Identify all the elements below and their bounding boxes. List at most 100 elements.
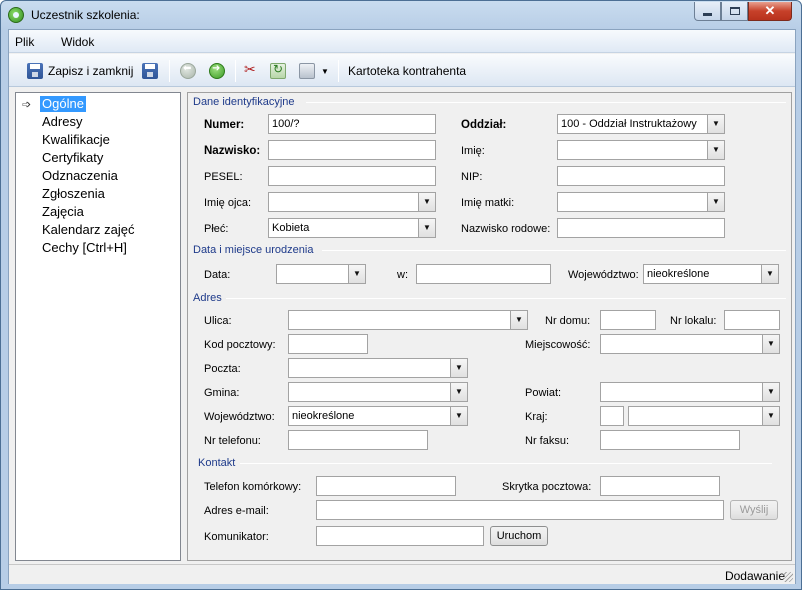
chevron-down-icon[interactable]: ▼ [450, 407, 467, 425]
refresh-button[interactable] [270, 61, 286, 81]
tree-item-certificates[interactable]: Certyfikaty [40, 150, 105, 166]
maiden-name-field[interactable] [557, 218, 725, 238]
chevron-down-icon[interactable]: ▼ [762, 335, 779, 353]
birth-province-value: nieokreślone [647, 268, 710, 280]
contractor-file-button[interactable]: Kartoteka kontrahenta [348, 61, 466, 81]
mother-name-label: Imię matki: [461, 197, 515, 209]
chevron-down-icon[interactable]: ▼ [707, 193, 724, 211]
nip-label: NIP: [461, 171, 483, 183]
birth-province-select[interactable]: nieokreślone ▼ [643, 264, 779, 284]
tools-button[interactable] [243, 61, 259, 81]
birth-date-label: Data: [204, 269, 231, 281]
birth-place-field[interactable] [416, 264, 551, 284]
send-email-button[interactable]: Wyślij [730, 500, 778, 520]
back-button[interactable] [180, 61, 196, 81]
po-box-label: Skrytka pocztowa: [502, 481, 592, 493]
save-close-button[interactable]: Zapisz i zamknij [27, 61, 133, 81]
surname-label: Nazwisko: [204, 145, 261, 157]
mobile-phone-field[interactable] [316, 476, 456, 496]
chevron-down-icon: ▼ [321, 66, 329, 76]
email-field[interactable] [316, 500, 724, 520]
minimize-icon [703, 12, 712, 16]
chevron-down-icon[interactable]: ▼ [707, 115, 724, 133]
first-name-select[interactable]: ▼ [557, 140, 725, 160]
commune-select[interactable]: ▼ [288, 382, 468, 402]
toolbar-separator [235, 60, 236, 82]
pesel-field[interactable] [268, 166, 436, 186]
po-box-field[interactable] [600, 476, 720, 496]
flat-number-field[interactable] [724, 310, 780, 330]
close-button[interactable]: ✕ [748, 2, 792, 21]
birth-date-picker[interactable]: ▼ [276, 264, 366, 284]
chevron-down-icon[interactable]: ▼ [762, 383, 779, 401]
branch-select[interactable]: 100 - Oddział Instruktażowy ▼ [557, 114, 725, 134]
toolbar-separator [338, 60, 339, 82]
tree-item-qualifications[interactable]: Kwalifikacje [40, 132, 112, 148]
fax-field[interactable] [600, 430, 740, 450]
app-icon [8, 7, 24, 23]
gender-select[interactable]: Kobieta ▼ [268, 218, 436, 238]
postal-code-field[interactable] [288, 334, 368, 354]
house-number-label: Nr domu: [545, 315, 591, 327]
chevron-down-icon[interactable]: ▼ [762, 407, 779, 425]
birth-province-label: Województwo: [568, 269, 639, 281]
title-bar[interactable]: Uczestnik szkolenia: ✕ [1, 1, 801, 29]
forward-button[interactable] [209, 61, 225, 81]
tree-item-addresses[interactable]: Adresy [40, 114, 84, 130]
flat-number-label: Nr lokalu: [670, 315, 717, 327]
street-select[interactable]: ▼ [288, 310, 528, 330]
launch-messenger-button[interactable]: Uruchom [490, 526, 548, 546]
chevron-down-icon[interactable]: ▼ [761, 265, 778, 283]
tree-item-general[interactable]: Ogólne [40, 96, 86, 112]
save-button[interactable] [142, 61, 158, 81]
chevron-down-icon[interactable]: ▼ [450, 359, 467, 377]
maximize-button[interactable] [721, 2, 748, 21]
chevron-down-icon[interactable]: ▼ [450, 383, 467, 401]
county-select[interactable]: ▼ [600, 382, 780, 402]
gender-value: Kobieta [272, 222, 310, 234]
number-field[interactable]: 100/? [268, 114, 436, 134]
number-label: Numer: [204, 119, 245, 131]
tree-item-awards[interactable]: Odznaczenia [40, 168, 120, 184]
chevron-down-icon[interactable]: ▼ [348, 265, 365, 283]
menu-file[interactable]: Plik [15, 35, 34, 49]
tree-item-applications[interactable]: Zgłoszenia [40, 186, 107, 202]
current-item-arrow-icon: ➩ [22, 99, 32, 111]
phone-field[interactable] [288, 430, 428, 450]
tree-item-schedule[interactable]: Kalendarz zajęć [40, 222, 137, 238]
messenger-label: Komunikator: [204, 531, 269, 543]
minimize-button[interactable] [694, 2, 721, 21]
surname-field[interactable] [268, 140, 436, 160]
resize-grip[interactable] [783, 572, 793, 582]
city-label: Miejscowość: [525, 339, 591, 351]
chevron-down-icon[interactable]: ▼ [418, 193, 435, 211]
toolbar: Zapisz i zamknij ▼ [9, 54, 795, 87]
chevron-down-icon[interactable]: ▼ [510, 311, 527, 329]
application-window: Uczestnik szkolenia: ✕ Plik Widok Zapisz… [0, 0, 802, 590]
contact-section-title: Kontakt [198, 457, 236, 469]
tree-item-features[interactable]: Cechy [Ctrl+H] [40, 240, 129, 256]
section-divider [226, 298, 786, 299]
father-name-select[interactable]: ▼ [268, 192, 436, 212]
chevron-down-icon[interactable]: ▼ [418, 219, 435, 237]
forward-arrow-icon [209, 63, 225, 79]
messenger-field[interactable] [316, 526, 484, 546]
status-bar: Dodawanie [9, 564, 795, 584]
print-button[interactable]: ▼ [299, 61, 329, 81]
chevron-down-icon[interactable]: ▼ [707, 141, 724, 159]
country-code-field[interactable] [600, 406, 624, 426]
country-select[interactable]: ▼ [628, 406, 780, 426]
commune-label: Gmina: [204, 387, 240, 399]
branch-value: 100 - Oddział Instruktażowy [561, 118, 697, 130]
house-number-field[interactable] [600, 310, 656, 330]
menu-view[interactable]: Widok [61, 35, 94, 49]
fax-label: Nr faksu: [525, 435, 570, 447]
tree-item-classes[interactable]: Zajęcia [40, 204, 86, 220]
phone-label: Nr telefonu: [204, 435, 261, 447]
mother-name-select[interactable]: ▼ [557, 192, 725, 212]
city-select[interactable]: ▼ [600, 334, 780, 354]
address-province-select[interactable]: nieokreślone ▼ [288, 406, 468, 426]
post-office-select[interactable]: ▼ [288, 358, 468, 378]
nip-field[interactable] [557, 166, 725, 186]
email-label: Adres e-mail: [204, 505, 269, 517]
